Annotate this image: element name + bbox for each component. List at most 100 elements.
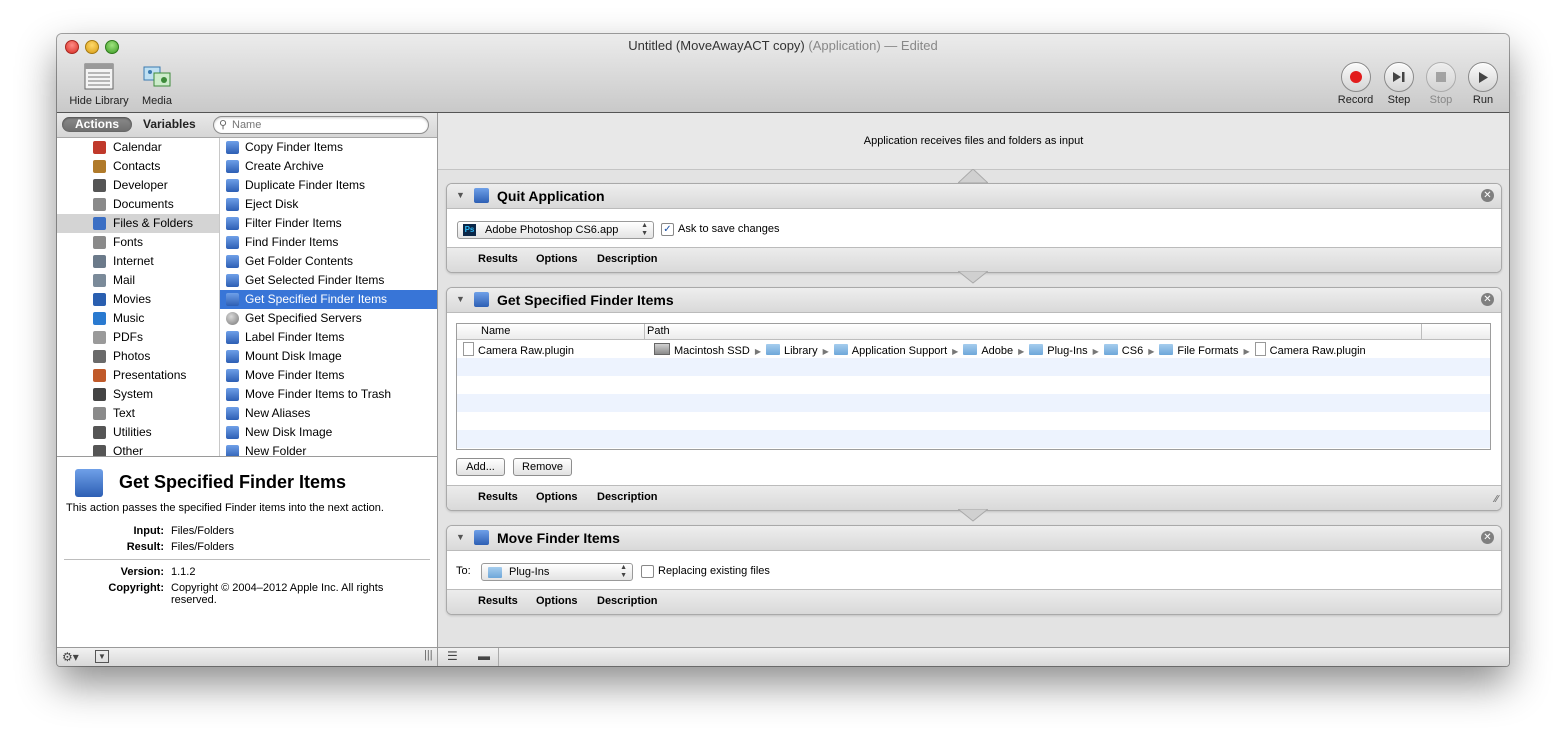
action-label: New Aliases [245,406,311,420]
show-description-icon[interactable]: ▼ [95,650,109,663]
photoshop-icon: Ps [463,224,476,236]
path-component[interactable]: Library [784,345,818,357]
action-item[interactable]: Move Finder Items [220,366,437,385]
options-tab[interactable]: Options [536,491,578,503]
action-label: Filter Finder Items [245,216,342,230]
category-item[interactable]: Presentations [57,366,219,385]
ask-to-save-checkbox[interactable]: ✓ [661,223,674,236]
media-button[interactable]: Media [137,63,177,107]
description-tab[interactable]: Description [597,595,658,607]
category-label: PDFs [113,330,143,344]
category-item[interactable]: Photos [57,347,219,366]
record-button[interactable]: Record [1333,62,1378,106]
remove-button[interactable]: Remove [513,458,572,476]
action-item[interactable]: Find Finder Items [220,233,437,252]
action-item[interactable]: Get Folder Contents [220,252,437,271]
tab-variables[interactable]: Variables [143,117,196,132]
category-item[interactable]: Documents [57,195,219,214]
path-component[interactable]: Camera Raw.plugin [1270,345,1366,357]
disclosure-triangle-icon[interactable]: ▼ [456,294,465,304]
action-item[interactable]: Mount Disk Image [220,347,437,366]
category-item[interactable]: Other [57,442,219,456]
resize-grip-icon[interactable]: ∕∕ [1495,494,1498,505]
category-item[interactable]: PDFs [57,328,219,347]
library-tabs: Actions Variables ⚲ [57,113,437,138]
step-icon [1393,72,1405,82]
category-item[interactable]: Calendar [57,138,219,157]
stop-button[interactable]: Stop [1420,62,1462,106]
media-label: Media [142,95,172,107]
category-item[interactable]: Movies [57,290,219,309]
action-item[interactable]: Duplicate Finder Items [220,176,437,195]
step-button[interactable]: Step [1378,62,1420,106]
category-label: Movies [113,292,152,306]
action-item[interactable]: Eject Disk [220,195,437,214]
action-item[interactable]: Label Finder Items [220,328,437,347]
resize-handle-icon[interactable]: ||| [424,649,433,661]
action-item[interactable]: New Aliases [220,404,437,423]
internet-icon [93,255,106,268]
category-item[interactable]: Fonts [57,233,219,252]
run-button[interactable]: Run [1462,62,1504,106]
results-tab[interactable]: Results [478,491,518,503]
action-item[interactable]: Get Specified Servers [220,309,437,328]
flow-view-icon[interactable]: ▬ [478,649,490,663]
action-item[interactable]: Move Finder Items to Trash [220,385,437,404]
category-label: Music [113,311,145,325]
action-description-panel: Get Specified Finder Items This action p… [57,456,437,649]
category-item[interactable]: Mail [57,271,219,290]
action-item[interactable]: Create Archive [220,157,437,176]
library-search[interactable]: ⚲ [213,116,429,134]
table-row[interactable]: Camera Raw.plugin Macintosh SSD ▶ Library ▶… [457,340,1490,358]
category-item[interactable]: Music [57,309,219,328]
path-component[interactable]: CS6 [1122,345,1143,357]
application-popup[interactable]: Ps Adobe Photoshop CS6.app ▲ ▼ [457,221,654,239]
action-item[interactable]: Filter Finder Items [220,214,437,233]
category-item[interactable]: System [57,385,219,404]
add-button[interactable]: Add... [456,458,505,476]
category-label: Text [113,406,136,420]
category-item[interactable]: Utilities [57,423,219,442]
window-title-kind: (Application) [808,38,881,53]
hide-library-button[interactable]: Hide Library [65,63,133,107]
movies-icon [93,293,106,306]
column-header-name[interactable]: Name [481,325,510,337]
hide-library-label: Hide Library [69,95,129,107]
action-item[interactable]: New Disk Image [220,423,437,442]
disclosure-triangle-icon[interactable]: ▼ [456,190,465,200]
action-item[interactable]: Get Specified Finder Items [220,290,437,309]
path-component[interactable]: Application Support [852,345,947,357]
close-icon[interactable]: ✕ [1481,189,1494,202]
version-key: Version: [120,566,164,578]
list-view-icon[interactable]: ☰ [447,649,458,663]
action-item[interactable]: Get Selected Finder Items [220,271,437,290]
path-component[interactable]: Adobe [981,345,1013,357]
path-component[interactable]: Plug-Ins [1047,345,1087,357]
action-label: Duplicate Finder Items [245,178,366,192]
path-component[interactable]: File Formats [1177,345,1238,357]
path-component[interactable]: Macintosh SSD [674,345,750,357]
category-item[interactable]: Text [57,404,219,423]
replacing-checkbox[interactable] [641,565,654,578]
options-tab[interactable]: Options [536,253,578,265]
results-tab[interactable]: Results [478,253,518,265]
other-icon [93,445,106,456]
category-item[interactable]: Contacts [57,157,219,176]
description-tab[interactable]: Description [597,253,658,265]
action-item[interactable]: New Folder [220,442,437,456]
close-icon[interactable]: ✕ [1481,531,1494,544]
category-item[interactable]: Internet [57,252,219,271]
description-tab[interactable]: Description [597,491,658,503]
action-item[interactable]: Copy Finder Items [220,138,437,157]
category-item[interactable]: Files & Folders [57,214,219,233]
close-icon[interactable]: ✕ [1481,293,1494,306]
options-tab[interactable]: Options [536,595,578,607]
column-header-path[interactable]: Path [647,325,670,337]
tab-actions[interactable]: Actions [62,117,132,132]
category-item[interactable]: Developer [57,176,219,195]
search-input[interactable] [232,117,422,133]
disclosure-triangle-icon[interactable]: ▼ [456,532,465,542]
gear-icon[interactable]: ⚙▾ [62,650,79,664]
results-tab[interactable]: Results [478,595,518,607]
destination-popup[interactable]: Plug-Ins ▲ ▼ [481,563,633,581]
